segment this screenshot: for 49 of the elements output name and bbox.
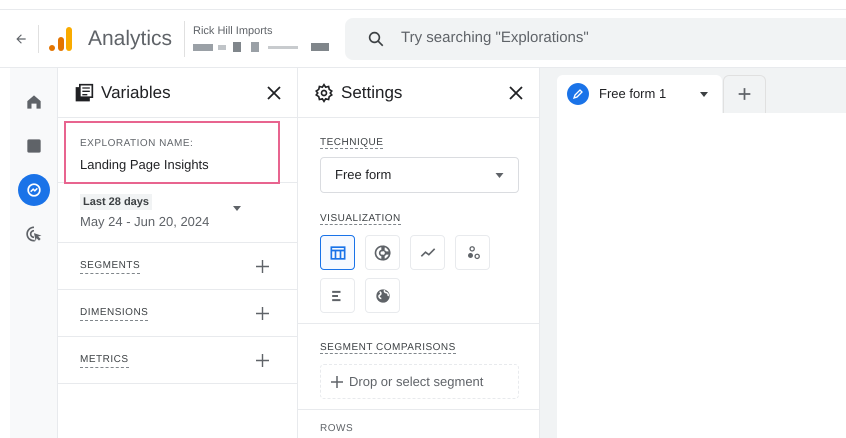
table-chart-button[interactable]	[320, 235, 355, 270]
technique-dropdown[interactable]: Free form	[320, 157, 519, 193]
section-label: SEGMENT COMPARISONS	[320, 342, 456, 354]
add-icon[interactable]	[256, 306, 269, 320]
pencil-icon	[567, 83, 589, 105]
close-icon[interactable]	[509, 86, 523, 100]
search-icon	[367, 30, 386, 48]
advertising-icon	[24, 224, 44, 244]
exploration-name-field[interactable]: EXPLORATION NAME: Landing Page Insights	[64, 121, 280, 184]
dropdown-value: Free form	[335, 166, 392, 184]
segment-drop-zone[interactable]: Drop or select segment	[320, 364, 519, 399]
add-tab-button[interactable]: +	[723, 75, 766, 113]
geo-chart-button[interactable]	[365, 278, 400, 313]
analytics-logo-icon	[49, 26, 73, 52]
panel-title: Settings	[341, 82, 402, 104]
list-icon	[74, 82, 94, 102]
close-icon[interactable]	[267, 86, 281, 100]
scatter-chart-button[interactable]	[455, 235, 490, 270]
section-label: ROWS	[320, 423, 354, 434]
search-field[interactable]: Try searching "Explorations"	[345, 18, 846, 60]
drop-zone-text: Drop or select segment	[349, 372, 484, 391]
date-range-picker[interactable]: Last 28 days May 24 - Jun 20, 2024	[58, 183, 297, 243]
app-name: Analytics	[88, 26, 172, 52]
plus-icon	[331, 376, 343, 388]
account-name: Rick Hill Imports	[193, 25, 274, 39]
date-preset-chip: Last 28 days	[80, 194, 152, 210]
search-input[interactable]: Try searching "Explorations"	[401, 27, 702, 50]
add-icon[interactable]	[256, 260, 269, 272]
field-label: EXPLORATION NAME:	[80, 137, 194, 151]
add-icon[interactable]	[256, 354, 269, 366]
panel-title: Variables	[101, 82, 171, 104]
dropdown-caret-icon	[233, 206, 242, 211]
section-label: DIMENSIONS	[80, 305, 148, 321]
back-arrow-icon[interactable]	[14, 32, 28, 46]
settings-icon	[314, 82, 334, 102]
section-label: SEGMENTS	[80, 258, 140, 274]
explore-nav-button[interactable]	[18, 174, 50, 206]
donut-chart-button[interactable]	[365, 235, 400, 270]
donut-chart-icon	[372, 242, 392, 262]
tab[interactable]: Free form 1	[557, 75, 722, 113]
line-chart-button[interactable]	[410, 235, 445, 270]
section-label: TECHNIQUE	[320, 137, 384, 149]
section-label: METRICS	[80, 352, 128, 368]
dropdown-caret-icon	[700, 92, 708, 96]
field-value: Landing Page Insights	[80, 156, 210, 174]
date-range-text: May 24 - Jun 20, 2024	[80, 213, 210, 231]
dropdown-caret-icon	[495, 172, 504, 178]
section-label: VISUALIZATION	[320, 213, 401, 225]
bar-chart-button[interactable]	[320, 278, 355, 313]
